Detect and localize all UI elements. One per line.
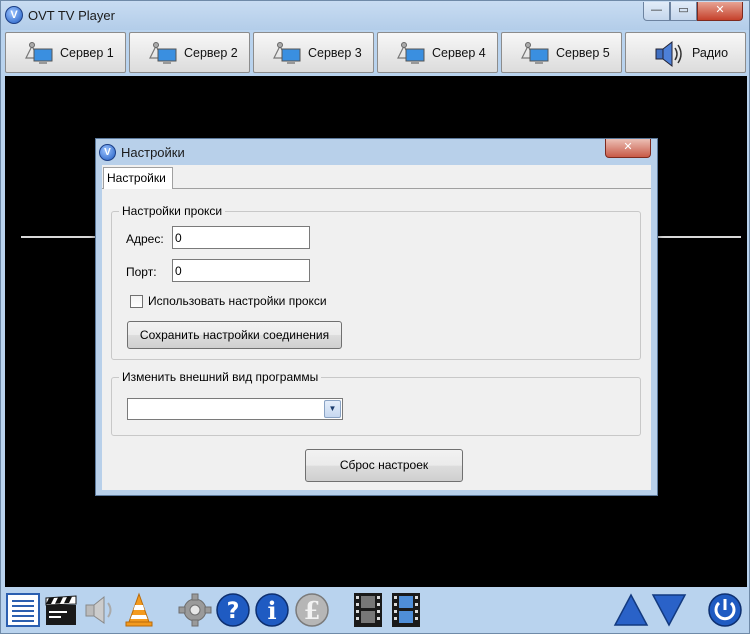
power-icon[interactable] (707, 591, 743, 629)
main-window: V OVT TV Player — ▭ ✕ Сервер 1 Сервер 2 … (0, 0, 750, 634)
title-bar[interactable]: V OVT TV Player — ▭ ✕ (1, 1, 749, 30)
use-proxy-label: Использовать настройки прокси (148, 294, 327, 308)
arrow-up-icon[interactable] (613, 591, 649, 629)
port-label: Порт: (126, 265, 157, 279)
video-line-left (21, 236, 96, 238)
maximize-button[interactable]: ▭ (670, 2, 697, 21)
server-3-label: Сервер 3 (308, 45, 362, 60)
pound-glyph: £ (304, 596, 321, 625)
server-monitor-icon (20, 40, 54, 66)
clapperboard-icon[interactable] (43, 591, 79, 629)
radio-label: Радио (692, 45, 729, 60)
dialog-close-button[interactable]: ✕ (605, 139, 651, 158)
window-title: OVT TV Player (28, 8, 115, 23)
dialog-body: Настройки Настройки прокси Адрес: Порт: … (102, 165, 651, 490)
proxy-settings-legend: Настройки прокси (119, 204, 226, 218)
proxy-settings-group: Настройки прокси Адрес: Порт: Использова… (111, 204, 641, 360)
address-input[interactable] (172, 226, 310, 249)
help-question-icon[interactable]: ? (215, 591, 251, 629)
use-proxy-checkbox[interactable] (130, 294, 143, 308)
ovt-logo-icon: V (99, 144, 116, 161)
save-connection-button[interactable]: Сохранить настройки соединения (127, 321, 342, 349)
film-strip-alt-icon[interactable] (388, 591, 424, 629)
use-proxy-row[interactable]: Использовать настройки прокси (130, 294, 327, 308)
playlist-icon[interactable] (5, 591, 41, 629)
server-1-button[interactable]: Сервер 1 (5, 32, 126, 73)
close-button[interactable]: ✕ (697, 2, 743, 21)
minimize-button[interactable]: — (643, 2, 670, 21)
dialog-title-bar[interactable]: V Настройки ✕ (96, 139, 657, 165)
radio-speaker-icon (652, 40, 686, 67)
server-monitor-icon (392, 40, 426, 66)
settings-gear-icon[interactable] (177, 591, 213, 629)
film-strip-icon[interactable] (350, 591, 386, 629)
server-toolbar: Сервер 1 Сервер 2 Сервер 3 Сервер 4 Серв… (5, 32, 747, 74)
volume-icon[interactable] (83, 591, 119, 629)
server-monitor-icon (516, 40, 550, 66)
server-5-label: Сервер 5 (556, 45, 610, 60)
port-input[interactable] (172, 259, 310, 282)
settings-tab-page: Настройки прокси Адрес: Порт: Использова… (102, 189, 651, 490)
settings-dialog: V Настройки ✕ Настройки Настройки прокси… (95, 138, 658, 496)
info-icon[interactable]: i (254, 591, 290, 629)
tab-settings[interactable]: Настройки (103, 167, 173, 190)
tab-strip: Настройки (102, 165, 651, 190)
server-1-label: Сервер 1 (60, 45, 114, 60)
ovt-logo-icon: V (5, 6, 23, 24)
appearance-select[interactable]: ▼ (127, 398, 343, 420)
server-monitor-icon (144, 40, 178, 66)
reset-settings-button[interactable]: Сброс настроек (305, 449, 463, 482)
arrow-down-icon[interactable] (651, 591, 687, 629)
chevron-down-icon[interactable]: ▼ (324, 400, 341, 418)
bottom-toolbar: ? i £ (1, 587, 749, 633)
server-4-label: Сервер 4 (432, 45, 486, 60)
server-3-button[interactable]: Сервер 3 (253, 32, 374, 73)
address-label: Адрес: (126, 232, 164, 246)
video-line-right (657, 236, 741, 238)
appearance-group: Изменить внешний вид программы ▼ (111, 370, 641, 436)
help-glyph: ? (227, 599, 240, 624)
appearance-legend: Изменить внешний вид программы (119, 370, 322, 384)
server-2-button[interactable]: Сервер 2 (129, 32, 250, 73)
server-monitor-icon (268, 40, 302, 66)
window-controls: — ▭ ✕ (643, 2, 743, 22)
server-2-label: Сервер 2 (184, 45, 238, 60)
server-5-button[interactable]: Сервер 5 (501, 32, 622, 73)
info-glyph: i (267, 596, 276, 625)
vlc-cone-icon[interactable] (121, 591, 157, 629)
pound-donate-icon[interactable]: £ (294, 591, 330, 629)
dialog-title: Настройки (121, 145, 185, 160)
radio-button[interactable]: Радио (625, 32, 746, 73)
server-4-button[interactable]: Сервер 4 (377, 32, 498, 73)
